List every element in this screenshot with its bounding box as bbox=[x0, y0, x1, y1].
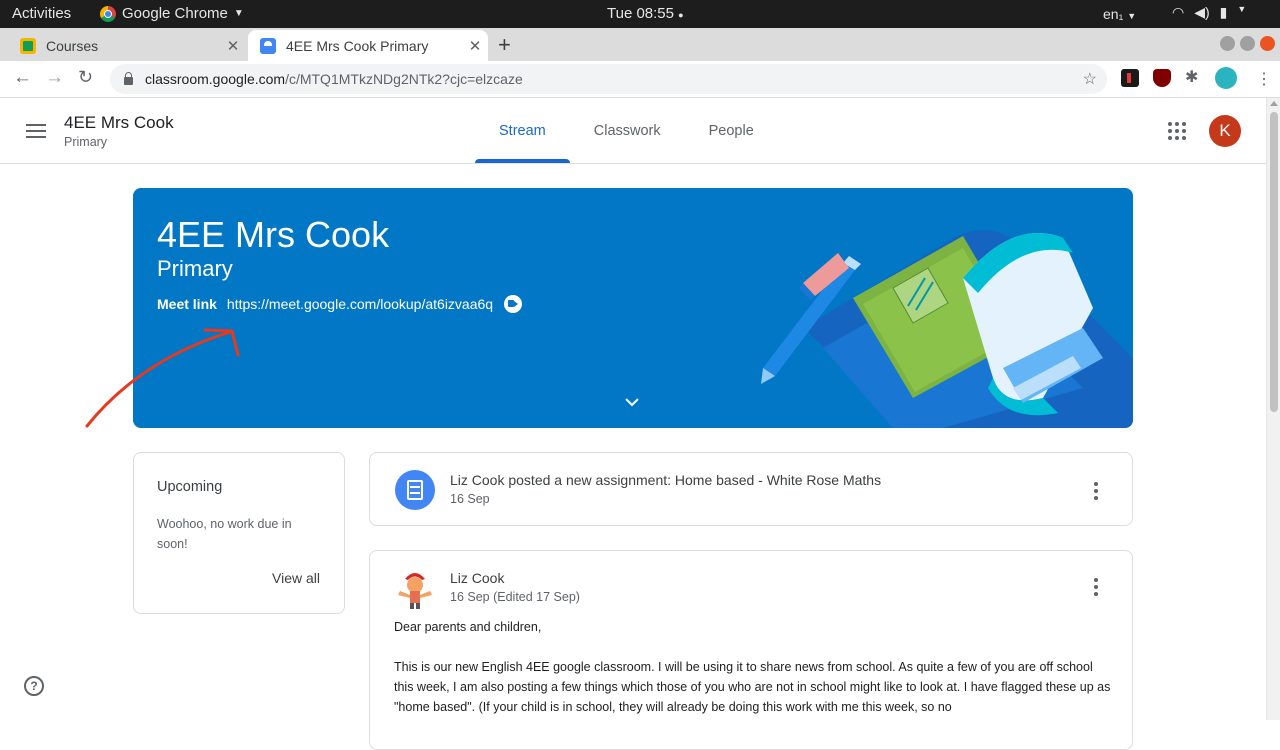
upcoming-card: Upcoming Woohoo, no work due in soon! Vi… bbox=[133, 452, 345, 614]
more-vert-icon[interactable]: ⋮ bbox=[1256, 69, 1272, 88]
forward-arrow-icon[interactable]: → bbox=[45, 67, 64, 89]
assignment-date: 16 Sep bbox=[450, 492, 490, 506]
reload-icon[interactable]: ↻ bbox=[78, 67, 93, 88]
extensions-puzzle-icon[interactable]: ✱ bbox=[1185, 67, 1203, 86]
minimize-button[interactable] bbox=[1220, 36, 1235, 51]
wifi-icon: ◠ bbox=[1172, 4, 1185, 20]
chevron-down-icon: ▼ bbox=[233, 8, 244, 19]
app-menu[interactable]: Google Chrome ▼ bbox=[100, 5, 244, 22]
view-all-link[interactable]: View all bbox=[272, 570, 320, 586]
close-window-button[interactable] bbox=[1260, 36, 1275, 51]
class-banner: 4EE Mrs Cook Primary Meet link https://m… bbox=[133, 188, 1133, 428]
chevron-down-icon: ▼ bbox=[1237, 4, 1247, 14]
classroom-header: 4EE Mrs Cook Primary Stream Classwork Pe… bbox=[0, 98, 1266, 164]
banner-subtitle: Primary bbox=[157, 256, 233, 281]
ublock-shield-icon[interactable] bbox=[1153, 69, 1171, 87]
tab-strip: Courses ✕ 4EE Mrs Cook Primary ✕ + bbox=[0, 28, 1280, 61]
window-controls bbox=[1220, 36, 1275, 51]
assignment-icon bbox=[395, 470, 435, 510]
banner-title: 4EE Mrs Cook bbox=[157, 214, 390, 255]
author-avatar[interactable] bbox=[394, 565, 436, 609]
class-section: Primary bbox=[64, 135, 108, 149]
new-tab-button[interactable]: + bbox=[498, 32, 511, 58]
battery-icon: ▮ bbox=[1219, 4, 1228, 20]
class-title[interactable]: 4EE Mrs Cook bbox=[64, 113, 174, 133]
clock[interactable]: Tue 08:55 ● bbox=[607, 5, 684, 22]
close-tab-icon[interactable]: ✕ bbox=[220, 37, 246, 55]
upcoming-body: Woohoo, no work due in soon! bbox=[157, 517, 292, 551]
app-name: Google Chrome bbox=[122, 5, 228, 22]
address-bar[interactable]: classroom.google.com/c/MTQ1MTkzNDg2NTk2?… bbox=[110, 64, 1107, 94]
post-text: This is our new English 4EE google class… bbox=[394, 660, 1111, 714]
tab-label: Courses bbox=[46, 37, 99, 54]
tab-label: 4EE Mrs Cook Primary bbox=[286, 37, 429, 54]
class-favicon-icon bbox=[260, 37, 276, 54]
scrollbar-thumb[interactable] bbox=[1270, 112, 1278, 412]
meet-link-url[interactable]: https://meet.google.com/lookup/at6izvaa6… bbox=[227, 296, 493, 312]
bookmark-star-icon[interactable]: ☆ bbox=[1083, 69, 1097, 89]
back-arrow-icon[interactable]: ← bbox=[13, 67, 32, 89]
close-tab-icon[interactable]: ✕ bbox=[462, 37, 488, 55]
chrome-icon bbox=[100, 5, 116, 22]
assignment-text: Liz Cook posted a new assignment: Home b… bbox=[450, 472, 882, 488]
volume-icon: ◀) bbox=[1194, 4, 1210, 20]
post-author[interactable]: Liz Cook bbox=[450, 570, 504, 586]
profile-avatar-icon[interactable] bbox=[1215, 67, 1237, 89]
browser-toolbar: ← → ↻ classroom.google.com/c/MTQ1MTkzNDg… bbox=[0, 61, 1280, 98]
post-body: Dear parents and children, This is our n… bbox=[394, 617, 1114, 737]
google-apps-icon[interactable] bbox=[1168, 122, 1186, 140]
extension-icon[interactable] bbox=[1121, 69, 1139, 87]
maximize-button[interactable] bbox=[1240, 36, 1255, 51]
tab-people[interactable]: People bbox=[685, 98, 778, 163]
backpack-illustration bbox=[761, 230, 1133, 428]
class-tabs: Stream Classwork People bbox=[475, 98, 778, 163]
meet-link-label: Meet link bbox=[157, 296, 217, 312]
lock-icon[interactable] bbox=[124, 71, 133, 85]
tab-stream[interactable]: Stream bbox=[475, 98, 570, 163]
more-options-icon[interactable] bbox=[1094, 482, 1098, 503]
system-tray[interactable]: ◠ ◀) ▮ ▼ bbox=[1172, 4, 1246, 21]
page-scrollbar[interactable] bbox=[1266, 98, 1280, 720]
url-host: classroom.google.com bbox=[145, 71, 286, 87]
video-camera-icon[interactable] bbox=[504, 295, 523, 313]
system-top-bar: Activities Google Chrome ▼ Tue 08:55 ● e… bbox=[0, 0, 1280, 28]
upcoming-title: Upcoming bbox=[157, 479, 223, 495]
scroll-up-icon[interactable] bbox=[1270, 101, 1278, 106]
account-avatar[interactable]: K bbox=[1209, 115, 1241, 147]
help-icon[interactable]: ? bbox=[24, 676, 44, 696]
assignment-card[interactable]: Liz Cook posted a new assignment: Home b… bbox=[369, 452, 1133, 526]
url-path: /c/MTQ1MTkzNDg2NTk2?cjc=elzcaze bbox=[285, 71, 523, 87]
meet-link-row: Meet link https://meet.google.com/lookup… bbox=[157, 295, 523, 313]
post-date: 16 Sep (Edited 17 Sep) bbox=[450, 590, 580, 604]
tab-4ee-mrs-cook[interactable]: 4EE Mrs Cook Primary ✕ bbox=[248, 30, 488, 61]
language-indicator[interactable]: en₁ ▼ bbox=[1103, 6, 1136, 22]
classroom-favicon-icon bbox=[20, 37, 36, 54]
post-greeting: Dear parents and children, bbox=[394, 620, 542, 634]
more-options-icon[interactable] bbox=[1094, 578, 1098, 599]
tab-classwork[interactable]: Classwork bbox=[570, 98, 685, 163]
tab-courses[interactable]: Courses ✕ bbox=[8, 30, 246, 61]
annotation-arrow bbox=[85, 328, 240, 428]
menu-icon[interactable] bbox=[26, 124, 46, 138]
announcement-card: Liz Cook 16 Sep (Edited 17 Sep) Dear par… bbox=[369, 550, 1133, 750]
activities-button[interactable]: Activities bbox=[12, 5, 71, 22]
expand-chevron-icon[interactable] bbox=[624, 394, 640, 410]
